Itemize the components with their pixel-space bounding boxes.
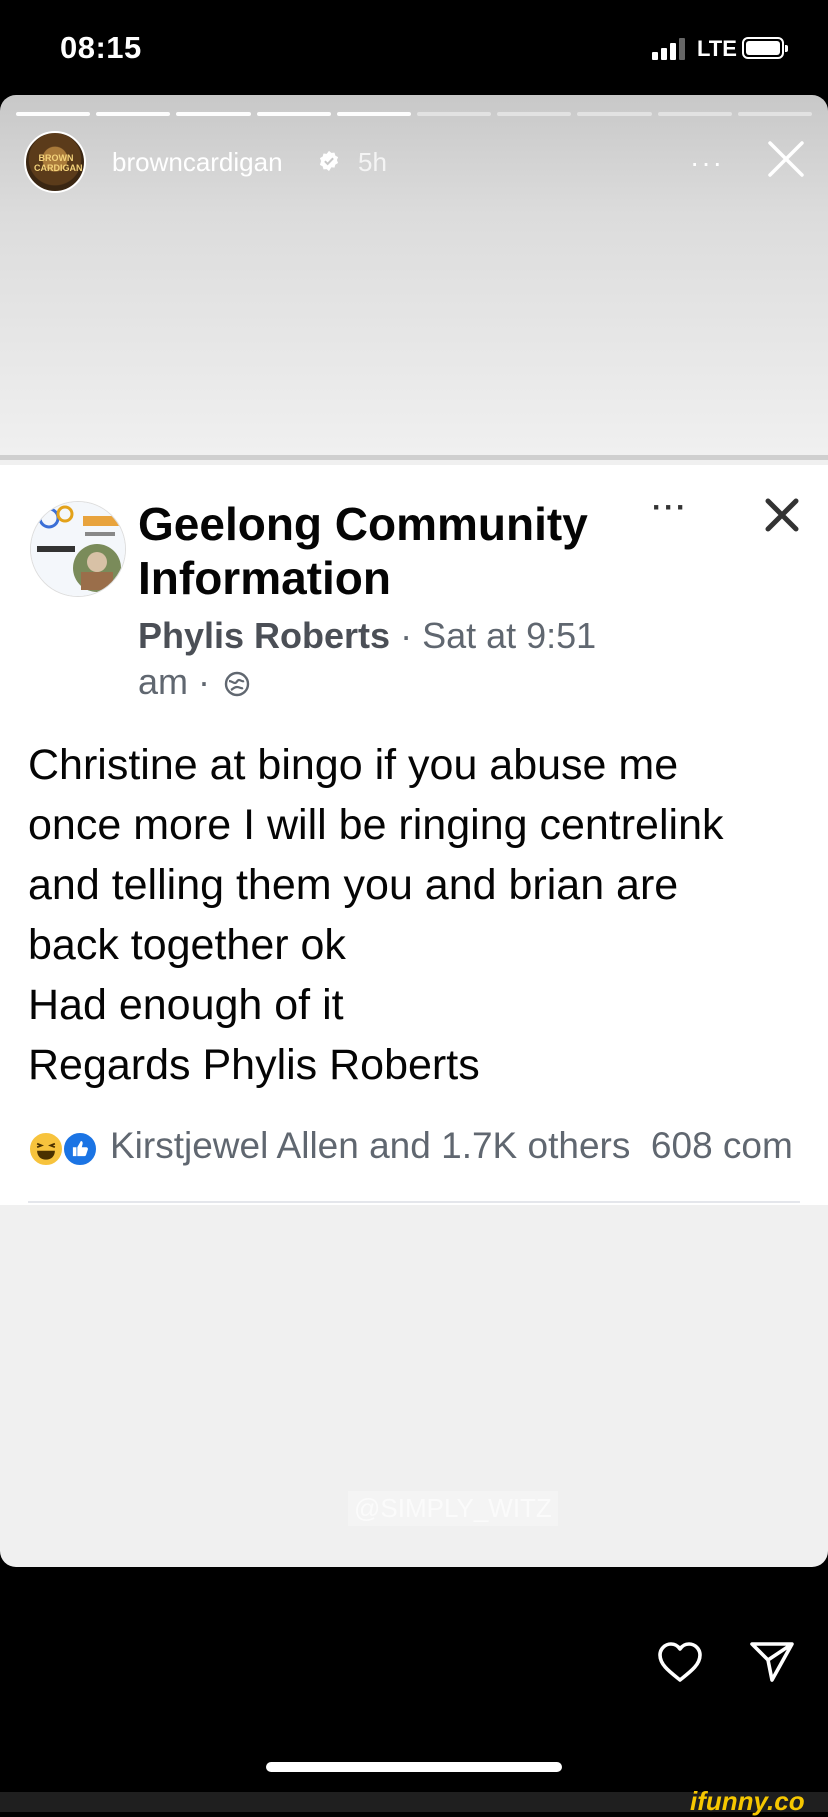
reactions-count[interactable]: Kirstjewel Allen and 1.7K others — [110, 1125, 630, 1166]
post-body-line: once more I will be ringing centrelink — [28, 801, 724, 849]
post-body-line: Had enough of it — [28, 981, 344, 1029]
status-time: 08:15 — [60, 30, 142, 65]
progress-segment — [16, 112, 91, 116]
send-icon[interactable] — [748, 1640, 796, 1684]
watermark: @SIMPLY_WITZ — [348, 1491, 558, 1526]
post-body-line: Regards Phylis Roberts — [28, 1041, 480, 1089]
post-body-line: and telling them you and brian are — [28, 861, 679, 909]
signal-strength-icon — [652, 38, 688, 60]
progress-segment — [96, 112, 171, 116]
post-meta-line2: am · — [138, 661, 250, 703]
page-title-line1: Geelong Community — [138, 498, 588, 550]
globe-icon — [224, 672, 250, 697]
story-card[interactable]: BROWN CARDIGAN browncardigan 5h ··· Geelo — [0, 95, 828, 1567]
story-time-ago: 5h — [358, 147, 387, 177]
page-title-line2: Information — [138, 552, 391, 604]
close-icon[interactable] — [762, 495, 802, 535]
progress-segment — [577, 112, 652, 116]
story-more-button[interactable]: ··· — [690, 147, 724, 179]
page-title[interactable]: Geelong Community Information — [138, 497, 608, 605]
reactions-bar[interactable]: Kirstjewel Allen and 1.7K others 608 com — [28, 1125, 828, 1169]
page-avatar — [30, 501, 126, 597]
comments-count[interactable]: 608 com — [651, 1125, 793, 1166]
progress-segment — [737, 112, 813, 116]
progress-segment — [497, 112, 572, 116]
verified-icon — [319, 150, 339, 172]
post-body-line: Christine at bingo if you abuse me — [28, 741, 679, 789]
post-author[interactable]: Phylis Roberts — [138, 615, 390, 656]
home-indicator[interactable] — [266, 1762, 562, 1772]
post-time-cont: am · — [138, 661, 221, 702]
post-body-line: back together ok — [28, 921, 346, 969]
post-time: · Sat at 9:51 — [390, 615, 597, 656]
close-icon[interactable] — [764, 137, 808, 181]
progress-segment — [657, 112, 732, 116]
post-meta-line1: Phylis Roberts · Sat at 9:51 — [138, 615, 596, 657]
reactions-summary[interactable]: Kirstjewel Allen and 1.7K others 608 com — [110, 1125, 793, 1167]
screenshot-edge — [0, 455, 828, 460]
story-username[interactable]: browncardigan — [112, 147, 283, 178]
like-reaction-icon — [62, 1131, 98, 1167]
ifunny-logo: ifunny.co — [690, 1786, 805, 1816]
heart-icon[interactable] — [656, 1640, 704, 1684]
progress-segment — [176, 112, 251, 116]
post-divider — [28, 1201, 800, 1203]
haha-reaction-icon — [28, 1131, 64, 1167]
avatar[interactable]: BROWN CARDIGAN — [24, 131, 86, 193]
story-progress-bar — [16, 112, 813, 116]
battery-icon — [742, 37, 788, 59]
network-type: LTE — [697, 36, 737, 61]
post-more-button[interactable]: ··· — [652, 491, 688, 525]
progress-segment — [256, 112, 331, 116]
progress-segment — [336, 112, 412, 116]
progress-segment — [417, 112, 492, 116]
post-body: Christine at bingo if you abuse me once … — [28, 735, 808, 1095]
shared-post: Geelong Community Information ··· Phylis… — [0, 465, 828, 1205]
